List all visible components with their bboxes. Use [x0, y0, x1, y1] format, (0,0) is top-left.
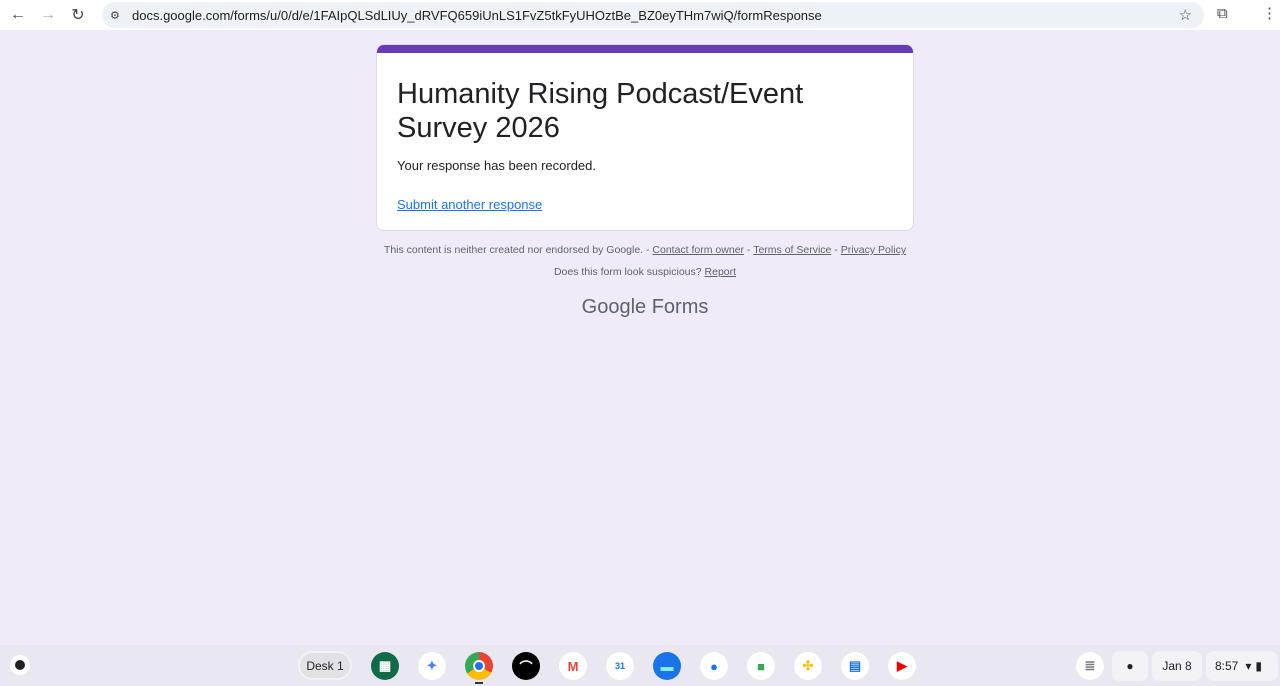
desk-button[interactable]: Desk 1: [298, 651, 352, 680]
logo-forms: Forms: [646, 296, 709, 318]
holding-space-icon[interactable]: ≣: [1076, 652, 1104, 680]
form-response-card: Humanity Rising Podcast/Event Survey 202…: [376, 44, 914, 231]
contact-owner-link[interactable]: Contact form owner: [652, 244, 744, 256]
gmail-icon[interactable]: M: [559, 652, 587, 680]
google-forms-logo[interactable]: Google Forms: [376, 296, 914, 319]
address-bar[interactable]: ⚙ docs.google.com/forms/u/0/d/e/1FAIpQLS…: [102, 2, 1204, 28]
launcher-button[interactable]: [10, 655, 30, 675]
terms-link[interactable]: Terms of Service: [753, 244, 831, 256]
calendar-icon[interactable]: 31: [606, 652, 634, 680]
suspicious-text: Does this form look suspicious?: [553, 266, 705, 278]
status-tray[interactable]: 8:57 ▾ ▮: [1206, 651, 1278, 681]
submit-another-link[interactable]: Submit another response: [397, 197, 893, 212]
battery-icon: ▮: [1255, 659, 1262, 673]
wifi-icon: ▾: [1245, 659, 1252, 673]
date-tray[interactable]: Jan 8: [1152, 651, 1202, 681]
browser-toolbar: ← → ↻ ⚙ docs.google.com/forms/u/0/d/e/1F…: [0, 0, 1280, 30]
extensions-icon[interactable]: ⧉: [1217, 5, 1228, 22]
files-icon[interactable]: ▬: [653, 652, 681, 680]
footer-report: Does this form look suspicious? Report: [376, 266, 914, 278]
meet-icon[interactable]: ■: [747, 652, 775, 680]
app-grid-icon[interactable]: ▦: [371, 652, 399, 680]
accent-bar: [377, 45, 913, 53]
reload-button[interactable]: ↻: [63, 5, 93, 25]
gemini-icon[interactable]: ✦: [418, 652, 446, 680]
bookmark-star-icon[interactable]: ☆: [1179, 6, 1192, 24]
audible-icon[interactable]: ⌒: [512, 652, 540, 680]
separator: -: [744, 244, 754, 256]
form-title: Humanity Rising Podcast/Event Survey 202…: [397, 78, 804, 144]
clock: 8:57: [1215, 659, 1239, 673]
disclaimer-text: This content is neither created nor endo…: [383, 244, 653, 256]
report-link[interactable]: Report: [705, 266, 737, 278]
docs-icon[interactable]: ▤: [841, 652, 869, 680]
footer-disclaimer: This content is neither created nor endo…: [376, 244, 914, 256]
forward-button[interactable]: →: [33, 6, 63, 24]
quick-insert-icon[interactable]: ●: [1112, 651, 1148, 681]
url-text[interactable]: docs.google.com/forms/u/0/d/e/1FAIpQLSdL…: [132, 8, 822, 23]
youtube-icon[interactable]: ▶: [888, 652, 916, 680]
messages-icon[interactable]: ●: [700, 652, 728, 680]
logo-google: Google: [581, 296, 647, 318]
shelf: Desk 1 ▦ ✦ ⌒ M 31 ▬ ● ■ ✣ ▤ ▶ ≣ ● Jan 8 …: [0, 645, 1280, 686]
back-button[interactable]: ←: [3, 6, 33, 24]
more-menu-icon[interactable]: ⋮: [1262, 4, 1277, 22]
separator: -: [831, 244, 841, 256]
active-indicator: [475, 682, 483, 684]
photos-icon[interactable]: ✣: [794, 652, 822, 680]
site-info-icon[interactable]: ⚙: [110, 9, 126, 22]
privacy-link[interactable]: Privacy Policy: [841, 244, 906, 256]
chrome-icon[interactable]: [465, 652, 493, 680]
confirmation-message: Your response has been recorded.: [397, 158, 596, 173]
